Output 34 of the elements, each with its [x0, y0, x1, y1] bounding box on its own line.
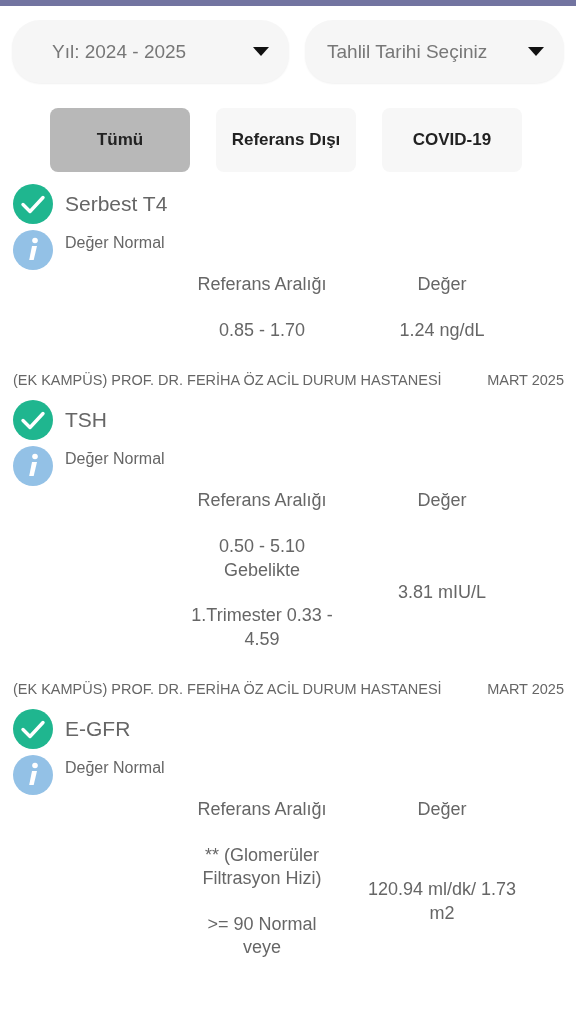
- caret-icon: [253, 47, 269, 56]
- reference-range: >= 90 Normal veye: [206, 912, 318, 960]
- filter-tab[interactable]: Tümü: [50, 108, 190, 172]
- result-value: 120.94 ml/dk/ 1.73 m2: [366, 878, 518, 925]
- column-header: Referans Aralığı: [197, 490, 327, 512]
- result-date: MART 2025: [487, 372, 564, 389]
- reference-range: ** (Glomerüler Filtrasyon Hizi): [201, 843, 323, 891]
- filter-tab[interactable]: COVID-19: [382, 108, 522, 172]
- hospital-name: (EK KAMPÜS) PROF. DR. FERİHA ÖZ ACİL DURUM HASTANESİ: [13, 372, 442, 389]
- dropdown[interactable]: Yıl: 2024 - 2025: [12, 20, 289, 83]
- reference-range: 0.50 - 5.10 Gebelikte: [217, 535, 307, 582]
- status-text: Değer Normal: [65, 234, 165, 252]
- column-header: Referans Aralığı: [197, 274, 327, 295]
- info-icon: [13, 230, 53, 270]
- test-name: TSH: [65, 408, 107, 433]
- column-header: Referans Aralığı: [197, 798, 327, 820]
- status-text: Değer Normal: [65, 450, 165, 469]
- column-header: Değer: [417, 798, 467, 820]
- result-date: MART 2025: [487, 680, 564, 697]
- result-value: 1.24 ng/dL: [399, 319, 485, 342]
- column-header: Değer: [417, 490, 467, 512]
- status-text: Değer Normal: [65, 758, 165, 777]
- caret-icon: [528, 47, 544, 56]
- result-value: 3.81 mIU/L: [397, 581, 486, 605]
- reference-range: 0.85 - 1.70: [217, 319, 307, 342]
- dropdown[interactable]: Tahlil Tarihi Seçiniz: [305, 20, 564, 83]
- hospital-name: (EK KAMPÜS) PROF. DR. FERİHA ÖZ ACİL DURUM HASTANESİ: [13, 680, 442, 697]
- reference-range: 1.Trimester 0.33 - 4.59: [190, 604, 334, 651]
- info-icon: [13, 446, 53, 487]
- test-name: E-GFR: [65, 716, 131, 741]
- column-header: Değer: [417, 274, 467, 295]
- info-icon: [13, 754, 53, 795]
- test-name: Serbest T4: [65, 192, 168, 216]
- filter-tab[interactable]: Referans Dışı: [216, 108, 356, 172]
